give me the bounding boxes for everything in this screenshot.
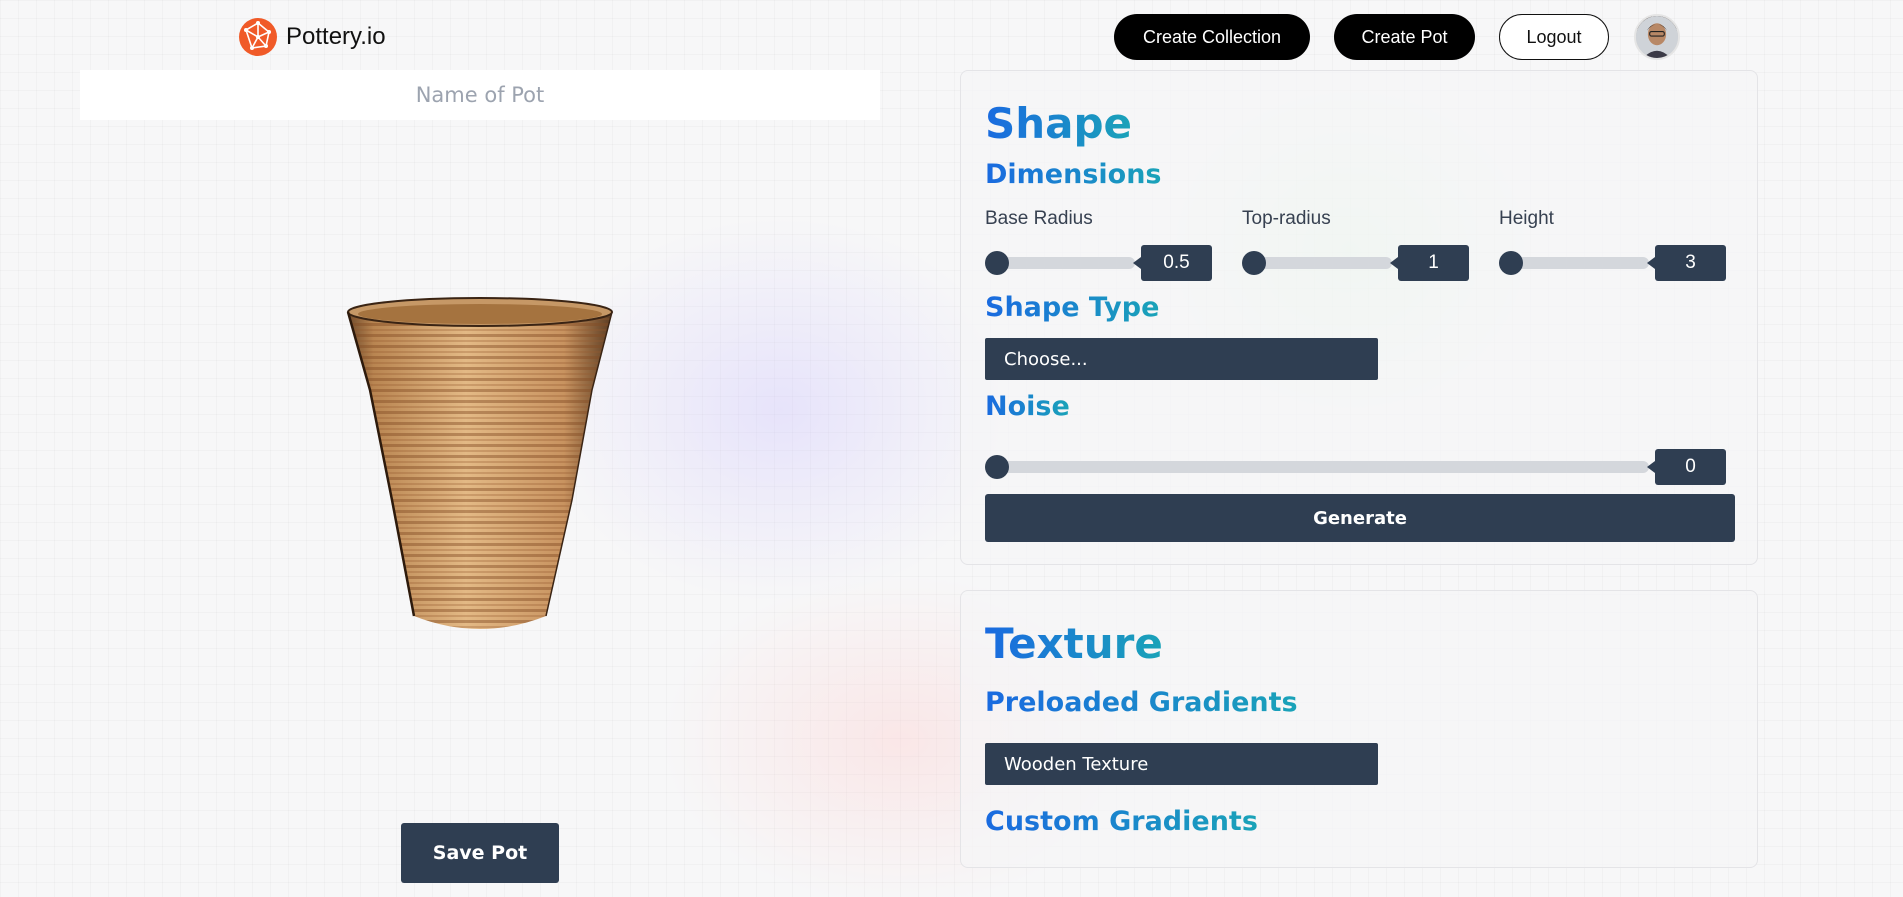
texture-title: Texture <box>985 619 1163 668</box>
dimensions-title: Dimensions <box>985 159 1162 190</box>
app-name: Pottery.io <box>286 23 386 50</box>
pot-3d-preview[interactable] <box>340 290 620 650</box>
preloaded-gradient-select[interactable]: Wooden Texture <box>985 743 1378 785</box>
create-pot-button[interactable]: Create Pot <box>1334 14 1475 60</box>
shape-panel: Shape Dimensions Base Radius 0.5 Top-rad… <box>960 70 1758 565</box>
base-radius-slider-handle[interactable] <box>985 251 1009 275</box>
texture-panel: Texture Preloaded Gradients Wooden Textu… <box>960 590 1758 868</box>
top-radius-value: 1 <box>1390 245 1469 281</box>
height-slider-handle[interactable] <box>1499 251 1523 275</box>
noise-value: 0 <box>1647 449 1726 485</box>
noise-title: Noise <box>985 391 1070 422</box>
save-pot-button[interactable]: Save Pot <box>401 823 559 883</box>
pot-name-input[interactable] <box>80 70 880 120</box>
top-radius-label: Top-radius <box>1242 208 1331 229</box>
user-avatar[interactable] <box>1634 14 1680 60</box>
custom-gradients-title: Custom Gradients <box>985 806 1258 837</box>
create-collection-button[interactable]: Create Collection <box>1114 14 1310 60</box>
logout-button[interactable]: Logout <box>1499 14 1609 60</box>
app-logo[interactable]: Pottery.io <box>238 17 386 57</box>
shape-type-title: Shape Type <box>985 292 1160 323</box>
top-radius-slider-handle[interactable] <box>1242 251 1266 275</box>
base-radius-value: 0.5 <box>1133 245 1212 281</box>
noise-slider-track[interactable] <box>985 461 1649 473</box>
avatar-face-icon <box>1636 16 1678 58</box>
height-label: Height <box>1499 208 1554 229</box>
base-radius-label: Base Radius <box>985 208 1093 229</box>
shape-type-select[interactable]: Choose... <box>985 338 1378 380</box>
height-value: 3 <box>1647 245 1726 281</box>
shape-title: Shape <box>985 99 1133 148</box>
preloaded-gradients-title: Preloaded Gradients <box>985 687 1298 718</box>
generate-button[interactable]: Generate <box>985 494 1735 542</box>
noise-slider-handle[interactable] <box>985 455 1009 479</box>
globe-network-icon <box>239 18 277 56</box>
